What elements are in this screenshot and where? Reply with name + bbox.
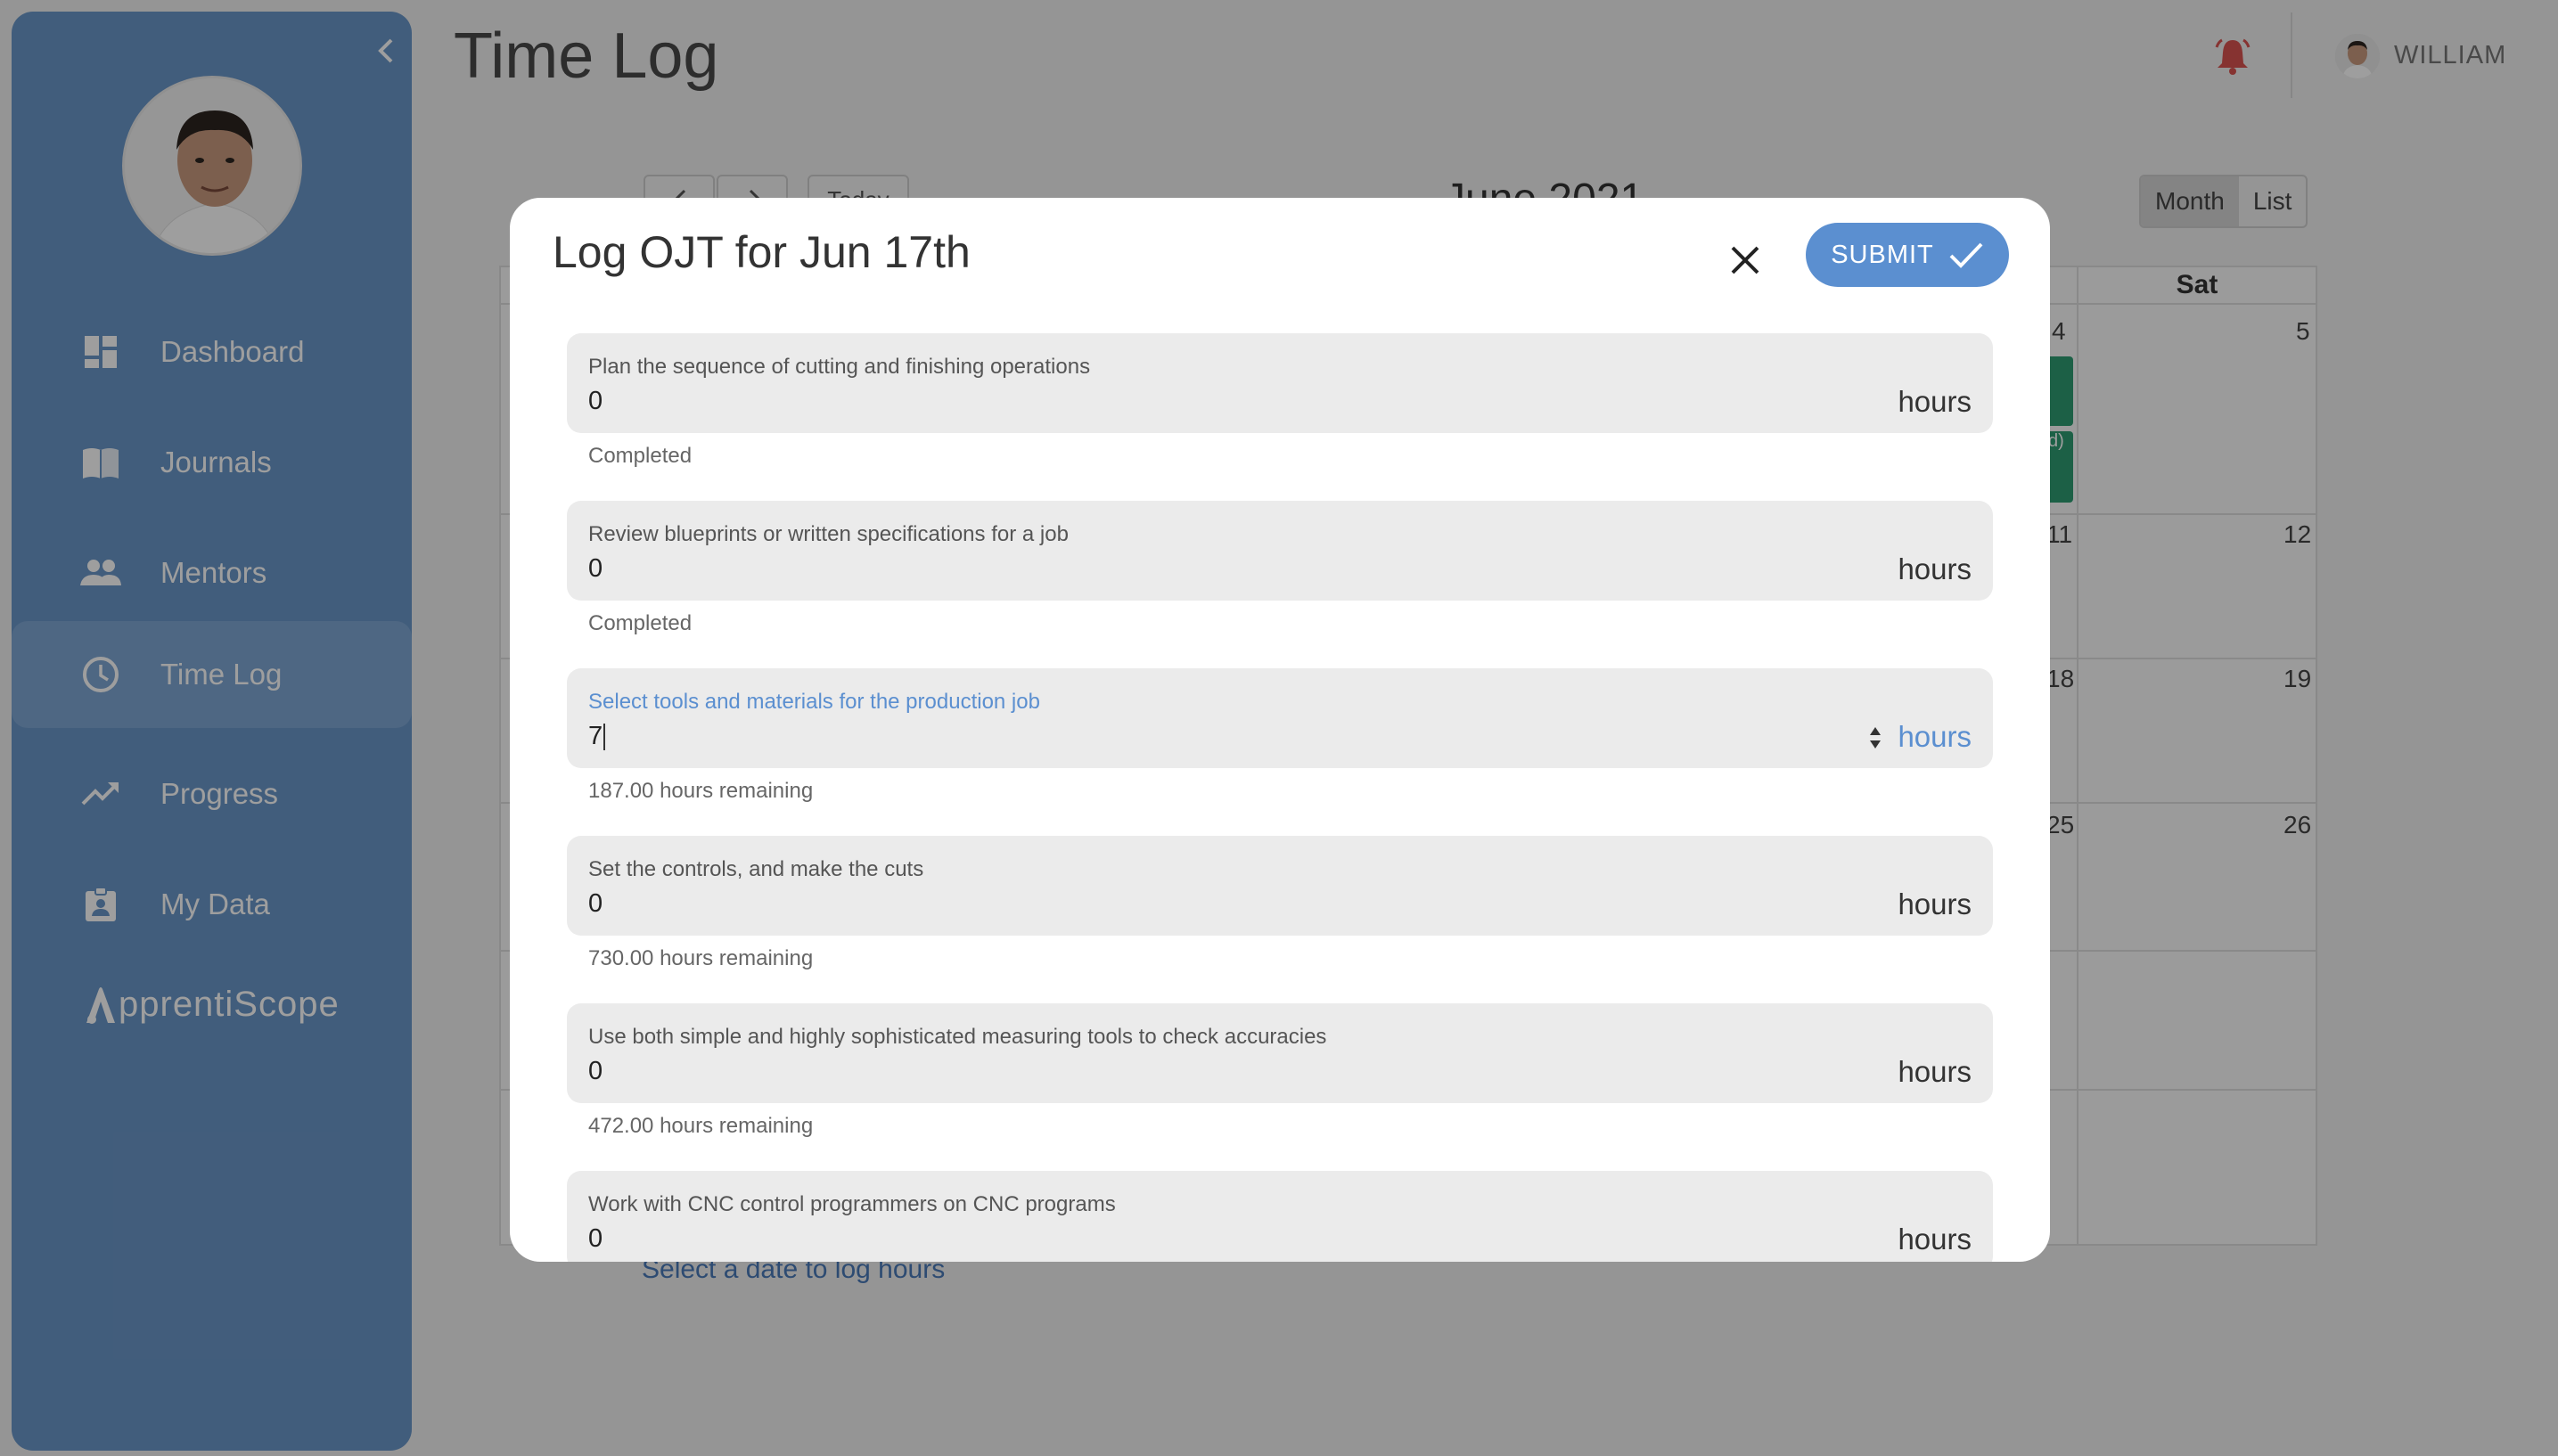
check-icon	[1949, 242, 1983, 268]
task-row: Work with CNC control programmers on CNC…	[567, 1171, 1993, 1262]
task-hint: Completed	[588, 611, 693, 635]
modal-title: Log OJT for Jun 17th	[553, 227, 971, 277]
close-button[interactable]	[1718, 233, 1772, 287]
hours-field-focused[interactable]: Select tools and materials for the produ…	[567, 668, 1993, 768]
task-row: Use both simple and highly sophisticated…	[567, 1003, 1993, 1138]
hours-unit: hours	[1898, 385, 1972, 418]
task-label: Plan the sequence of cutting and finishi…	[588, 355, 1091, 379]
submit-button[interactable]: SUBMIT	[1806, 223, 2009, 287]
spinner-arrows-icon	[1870, 727, 1881, 748]
task-label: Work with CNC control programmers on CNC…	[588, 1192, 1116, 1216]
submit-label: SUBMIT	[1831, 240, 1934, 269]
hours-field[interactable]: Set the controls, and make the cuts 0 ho…	[567, 836, 1993, 936]
task-label: Select tools and materials for the produ…	[588, 690, 1040, 714]
hours-input[interactable]: 0	[588, 1057, 603, 1086]
hours-field[interactable]: Plan the sequence of cutting and finishi…	[567, 333, 1993, 433]
task-hint: Completed	[588, 444, 693, 468]
hours-unit: hours	[1898, 888, 1972, 920]
hours-field[interactable]: Review blueprints or written specificati…	[567, 501, 1993, 601]
hours-field[interactable]: Work with CNC control programmers on CNC…	[567, 1171, 1993, 1262]
text-caret	[603, 724, 606, 751]
hours-field[interactable]: Use both simple and highly sophisticated…	[567, 1003, 1993, 1103]
task-hint: 730.00 hours remaining	[588, 946, 814, 970]
task-row: Set the controls, and make the cuts 0 ho…	[567, 836, 1993, 970]
task-label: Use both simple and highly sophisticated…	[588, 1025, 1327, 1049]
hours-unit: hours	[1898, 1223, 1972, 1256]
task-hint: 187.00 hours remaining	[588, 779, 814, 803]
task-row: Select tools and materials for the produ…	[567, 668, 1993, 803]
task-label: Set the controls, and make the cuts	[588, 857, 924, 881]
hours-unit: hours	[1898, 552, 1972, 585]
log-ojt-modal: Log OJT for Jun 17th SUBMIT Plan the seq…	[510, 198, 2050, 1262]
hours-input[interactable]: 0	[588, 1224, 603, 1254]
number-spinner[interactable]	[1866, 720, 1884, 756]
hours-input[interactable]: 0	[588, 889, 603, 919]
task-row: Plan the sequence of cutting and finishi…	[567, 333, 1993, 468]
hours-unit: hours	[1898, 1055, 1972, 1088]
task-hint: 472.00 hours remaining	[588, 1114, 814, 1138]
hours-input[interactable]: 0	[588, 554, 603, 584]
hours-input[interactable]: 0	[588, 387, 603, 416]
hours-unit: hours	[1898, 720, 1972, 753]
hours-input[interactable]: 7	[588, 722, 606, 751]
close-icon	[1731, 246, 1759, 274]
task-row: Review blueprints or written specificati…	[567, 501, 1993, 635]
task-label: Review blueprints or written specificati…	[588, 522, 1069, 546]
